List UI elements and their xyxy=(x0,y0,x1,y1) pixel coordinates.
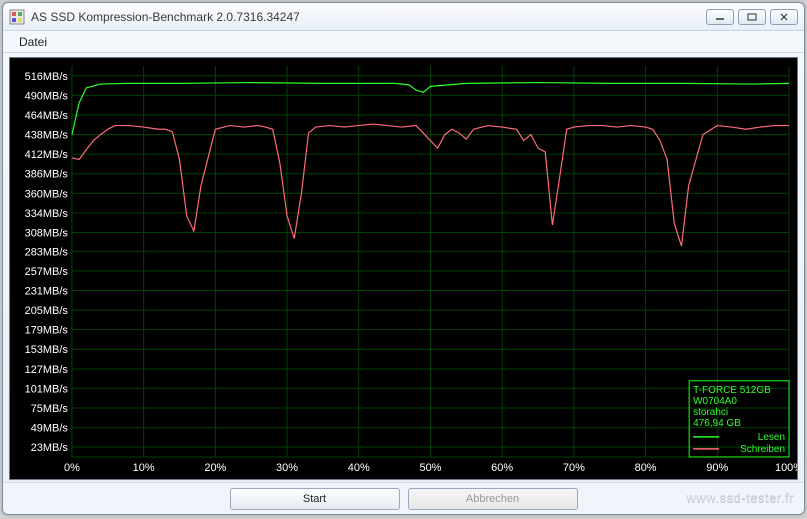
x-tick-label: 60% xyxy=(491,462,513,474)
x-tick-label: 50% xyxy=(419,462,441,474)
app-icon xyxy=(9,9,25,25)
window-controls xyxy=(706,9,798,25)
menubar: Datei xyxy=(3,31,804,53)
close-button[interactable] xyxy=(770,9,798,25)
y-tick-label: 23MB/s xyxy=(31,442,69,454)
y-tick-label: 205MB/s xyxy=(25,305,69,317)
close-icon xyxy=(779,13,789,21)
y-tick-label: 101MB/s xyxy=(25,383,69,395)
legend-info: T-FORCE 512GB xyxy=(693,385,771,396)
y-tick-label: 464MB/s xyxy=(25,110,69,122)
x-tick-label: 90% xyxy=(706,462,728,474)
x-tick-label: 100% xyxy=(775,462,797,474)
x-tick-label: 40% xyxy=(348,462,370,474)
y-tick-label: 231MB/s xyxy=(25,285,69,297)
legend-read-label: Lesen xyxy=(758,432,785,443)
y-tick-label: 438MB/s xyxy=(25,130,69,142)
legend-info: W0704A0 xyxy=(693,396,737,407)
y-tick-label: 283MB/s xyxy=(25,246,69,258)
watermark-container: www.ssd-tester.fr xyxy=(687,489,794,507)
chart-svg: 23MB/s 49MB/s 75MB/s 101MB/s 127MB/s 153MB/s 1… xyxy=(10,58,797,479)
titlebar: AS SSD Kompression-Benchmark 2.0.7316.34… xyxy=(3,3,804,31)
y-tick-label: 153MB/s xyxy=(25,344,69,356)
maximize-icon xyxy=(747,13,757,21)
cancel-button: Abbrechen xyxy=(408,488,578,510)
app-window: AS SSD Kompression-Benchmark 2.0.7316.34… xyxy=(2,2,805,515)
bottom-bar: Start Abbrechen www.ssd-tester.fr xyxy=(3,482,804,514)
minimize-icon xyxy=(715,13,725,21)
start-button[interactable]: Start xyxy=(230,488,400,510)
watermark-text: www.ssd-tester.fr xyxy=(687,490,794,505)
maximize-button[interactable] xyxy=(738,9,766,25)
legend-info: 476,94 GB xyxy=(693,418,741,429)
y-tick-label: 490MB/s xyxy=(25,90,69,102)
y-tick-label: 334MB/s xyxy=(25,208,69,220)
x-tick-label: 70% xyxy=(563,462,585,474)
window-title: AS SSD Kompression-Benchmark 2.0.7316.34… xyxy=(31,10,706,24)
y-tick-label: 127MB/s xyxy=(25,364,69,376)
y-tick-label: 360MB/s xyxy=(25,188,69,200)
y-tick-label: 412MB/s xyxy=(25,149,69,161)
y-tick-label: 75MB/s xyxy=(31,403,69,415)
legend-write-label: Schreiben xyxy=(740,444,785,455)
legend-info: storahci xyxy=(693,407,728,418)
x-tick-label: 80% xyxy=(635,462,657,474)
y-tick-label: 516MB/s xyxy=(25,71,69,83)
x-tick-label: 20% xyxy=(204,462,226,474)
x-tick-label: 0% xyxy=(64,462,80,474)
y-tick-label: 308MB/s xyxy=(25,227,69,239)
x-tick-label: 30% xyxy=(276,462,298,474)
y-tick-label: 386MB/s xyxy=(25,169,69,181)
minimize-button[interactable] xyxy=(706,9,734,25)
x-tick-label: 10% xyxy=(133,462,155,474)
chart-panel: 23MB/s 49MB/s 75MB/s 101MB/s 127MB/s 153MB/s 1… xyxy=(9,57,798,480)
menu-file[interactable]: Datei xyxy=(11,33,55,51)
y-tick-label: 179MB/s xyxy=(25,325,69,337)
y-tick-label: 49MB/s xyxy=(31,423,69,435)
y-tick-label: 257MB/s xyxy=(25,266,69,278)
